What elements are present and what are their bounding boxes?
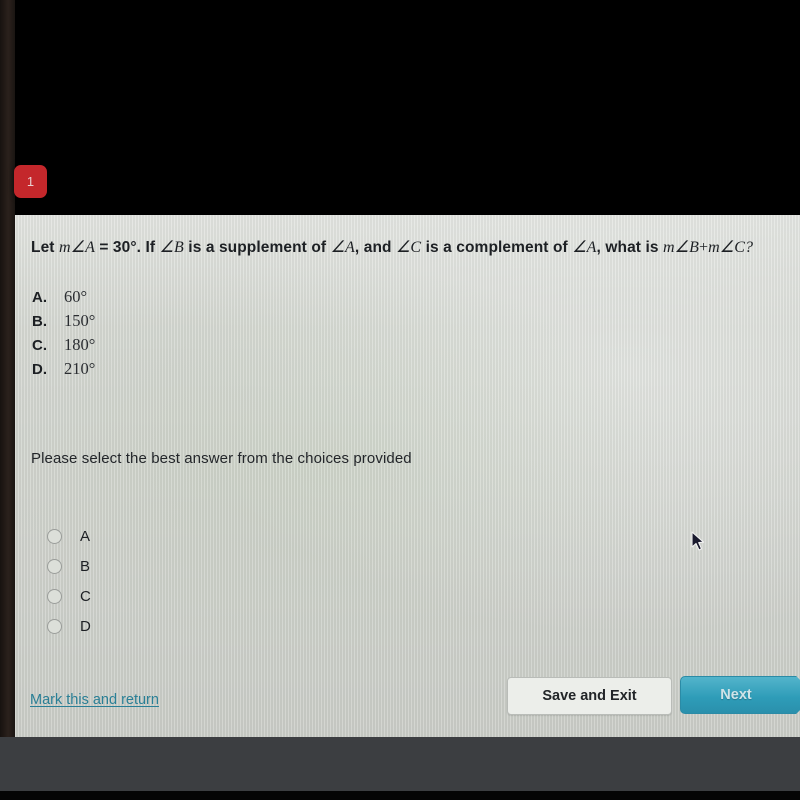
question-text: Let m∠A = 30°. If ∠B is a supplement of … bbox=[31, 237, 786, 257]
choice-value: 210° bbox=[64, 359, 96, 378]
question-mark: ? bbox=[745, 239, 754, 256]
answer-choice: A. 60° bbox=[32, 287, 95, 311]
radio-label: B bbox=[80, 557, 91, 575]
question-prefix: Let bbox=[31, 239, 59, 256]
radio-circle-icon[interactable] bbox=[47, 558, 62, 574]
radio-label: C bbox=[80, 587, 91, 605]
device-bezel-left bbox=[0, 0, 15, 800]
radio-circle-icon[interactable] bbox=[47, 588, 62, 604]
answer-radio-group: A B C D bbox=[47, 521, 91, 641]
math-plus-sign: + bbox=[699, 239, 709, 256]
question-mid-1: is a supplement of bbox=[183, 239, 331, 256]
photo-edge-bottom bbox=[0, 791, 800, 800]
radio-option-a[interactable]: A bbox=[47, 521, 91, 551]
math-angle-b-2: ∠B bbox=[674, 239, 699, 256]
radio-option-c[interactable]: C bbox=[47, 581, 91, 611]
radio-option-d[interactable]: D bbox=[47, 611, 91, 641]
question-mid-3: is a complement of bbox=[421, 239, 573, 256]
photographed-screen: 1 Let m∠A = 30°. If ∠B is a supplement o… bbox=[0, 0, 800, 800]
radio-circle-icon[interactable] bbox=[47, 618, 62, 634]
question-mid-4: , what is bbox=[596, 239, 664, 256]
next-button[interactable]: Next bbox=[680, 676, 800, 714]
choice-letter: A. bbox=[32, 289, 47, 306]
math-m-1: m bbox=[58, 239, 71, 256]
next-button-label: Next bbox=[720, 687, 752, 703]
math-angle-c-2: ∠C bbox=[719, 239, 745, 256]
math-angle-a-3: ∠A bbox=[572, 239, 597, 256]
answer-choice: D. 210° bbox=[32, 359, 95, 383]
answer-choice-list: A. 60° B. 150° C. 180° D. 210° bbox=[32, 287, 95, 383]
answer-choice: C. 180° bbox=[32, 335, 95, 359]
choice-value: 150° bbox=[64, 311, 96, 330]
question-number-badge: 1 bbox=[14, 165, 47, 198]
device-bezel-bottom bbox=[0, 737, 800, 791]
radio-label: A bbox=[80, 527, 91, 545]
instruction-text: Please select the best answer from the c… bbox=[31, 450, 412, 467]
question-mid-2: , and bbox=[354, 239, 396, 256]
math-angle-b-1: ∠B bbox=[159, 239, 184, 256]
answer-choice: B. 150° bbox=[32, 311, 95, 335]
device-bezel-top bbox=[0, 0, 800, 215]
choice-value: 60° bbox=[64, 287, 88, 306]
radio-circle-icon[interactable] bbox=[47, 528, 62, 544]
math-m-3: m bbox=[708, 239, 720, 256]
math-m-2: m bbox=[663, 239, 675, 256]
choice-value: 180° bbox=[64, 335, 96, 354]
save-and-exit-button[interactable]: Save and Exit bbox=[507, 677, 672, 715]
math-angle-a-1: ∠A bbox=[70, 239, 95, 256]
radio-label: D bbox=[80, 617, 91, 635]
radio-option-b[interactable]: B bbox=[47, 551, 91, 581]
math-angle-a-2: ∠A bbox=[330, 239, 355, 256]
choice-letter: D. bbox=[32, 361, 47, 378]
mark-this-and-return-link[interactable]: Mark this and return bbox=[30, 692, 159, 708]
choice-letter: B. bbox=[32, 313, 47, 330]
question-equals-clause: = 30°. If bbox=[94, 239, 160, 256]
quiz-card: Let m∠A = 30°. If ∠B is a supplement of … bbox=[15, 215, 800, 737]
math-angle-c-1: ∠C bbox=[395, 239, 422, 256]
choice-letter: C. bbox=[32, 337, 47, 354]
